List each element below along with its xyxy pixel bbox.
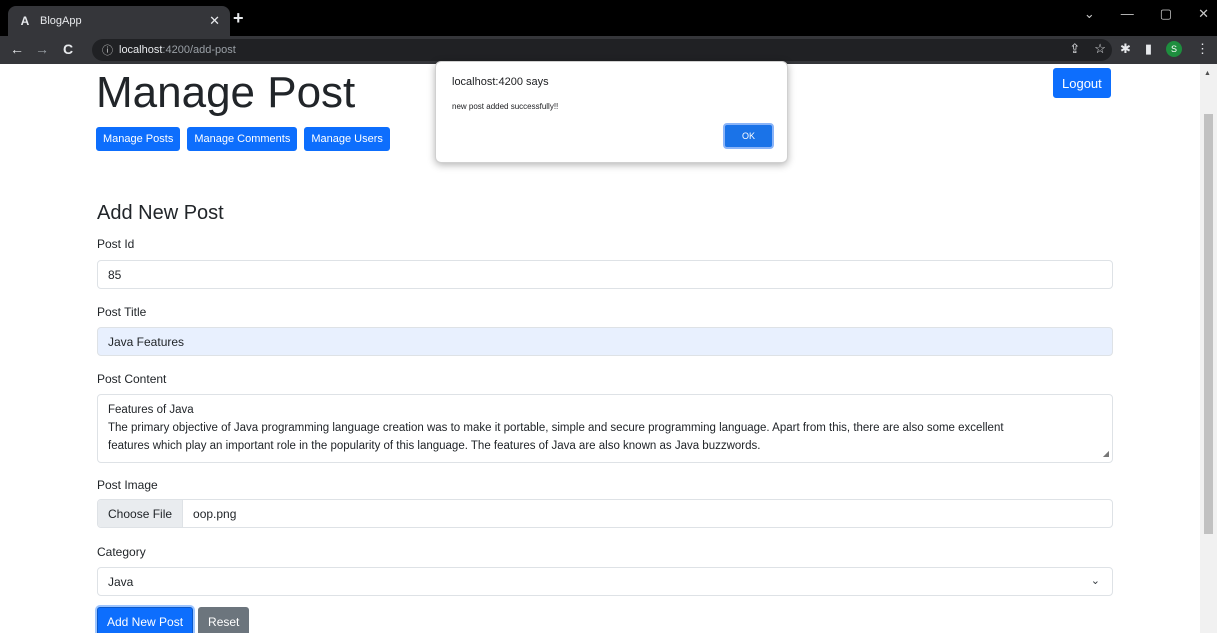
bookmark-star-icon[interactable]: ☆ <box>1094 41 1106 57</box>
post-image-file-input[interactable]: Choose File oop.png <box>97 499 1113 528</box>
alert-message: new post added successfully!! <box>452 102 559 111</box>
logout-button[interactable]: Logout <box>1053 68 1111 98</box>
forward-icon[interactable]: → <box>35 41 49 57</box>
tab-title: BlogApp <box>40 15 82 27</box>
browser-menu-icon[interactable]: ⋮ <box>1196 41 1209 57</box>
post-content-textarea[interactable]: Features of Java The primary objective o… <box>97 394 1113 463</box>
add-new-post-button[interactable]: Add New Post <box>97 607 194 633</box>
url-path: :4200/add-post <box>162 44 236 56</box>
reset-button[interactable]: Reset <box>198 607 250 633</box>
share-icon[interactable]: ⇪ <box>1069 41 1080 57</box>
manage-comments-button[interactable]: Manage Comments <box>187 127 298 151</box>
close-tab-icon[interactable]: ✕ <box>209 13 220 29</box>
chevron-down-icon: ⌄ <box>1090 575 1100 587</box>
scroll-up-arrow-icon[interactable]: ▲ <box>1204 70 1211 77</box>
browser-tab-bar: A BlogApp ✕ + ⌄ — ▢ ✕ <box>0 0 1217 36</box>
browser-toolbar: ← → C ⓘ localhost:4200/add-post ⇪ ☆ ✱ ▮ … <box>0 36 1217 64</box>
address-bar[interactable]: ⓘ localhost:4200/add-post <box>92 39 1112 61</box>
close-window-icon[interactable]: ✕ <box>1198 6 1209 22</box>
scrollbar-thumb[interactable] <box>1204 114 1213 534</box>
content-line: The primary objective of Java programmin… <box>108 421 1004 434</box>
post-title-input[interactable]: Java Features <box>97 327 1113 356</box>
page-title: Manage Post <box>96 68 356 117</box>
choose-file-button[interactable]: Choose File <box>98 500 184 527</box>
window-controls: ⌄ — ▢ ✕ <box>1084 6 1209 22</box>
form-title: Add New Post <box>97 202 224 224</box>
reload-icon[interactable]: C <box>63 41 73 57</box>
tab-search-icon[interactable]: ⌄ <box>1084 6 1095 22</box>
post-id-input[interactable]: 85 <box>97 260 1113 289</box>
resize-handle-icon[interactable]: ◢ <box>1103 448 1109 460</box>
post-content-label: Post Content <box>97 372 167 386</box>
category-select[interactable]: Java ⌄ <box>97 567 1113 596</box>
side-panel-icon[interactable]: ▮ <box>1145 41 1152 57</box>
manage-users-button[interactable]: Manage Users <box>304 127 390 151</box>
site-info-icon[interactable]: ⓘ <box>102 42 113 58</box>
category-label: Category <box>97 545 146 559</box>
new-tab-icon[interactable]: + <box>233 8 244 29</box>
alert-title: localhost:4200 says <box>452 76 549 88</box>
url-host: localhost <box>119 44 163 56</box>
file-name: oop.png <box>193 506 237 521</box>
page-scrollbar[interactable]: ▲ <box>1200 64 1217 633</box>
alert-ok-button[interactable]: OK <box>723 123 774 149</box>
form-actions: Add New Post Reset <box>97 607 250 633</box>
post-image-label: Post Image <box>97 478 158 492</box>
toolbar-icons: ⇪ ☆ ✱ ▮ S ⋮ <box>1069 41 1209 57</box>
post-id-label: Post Id <box>97 237 135 251</box>
minimize-icon[interactable]: — <box>1121 6 1134 22</box>
app-favicon-icon: A <box>20 14 30 28</box>
content-line: Features of Java <box>108 404 194 416</box>
browser-tab[interactable]: A BlogApp ✕ <box>8 6 230 36</box>
extensions-icon[interactable]: ✱ <box>1120 41 1131 57</box>
category-value: Java <box>108 574 134 589</box>
manage-posts-button[interactable]: Manage Posts <box>96 127 181 151</box>
profile-avatar[interactable]: S <box>1166 41 1182 57</box>
back-icon[interactable]: ← <box>10 41 24 57</box>
post-title-label: Post Title <box>97 305 147 319</box>
alert-dialog: localhost:4200 says new post added succe… <box>435 61 788 163</box>
content-line: features which play an important role in… <box>108 439 761 452</box>
manage-nav: Manage Posts Manage Comments Manage User… <box>96 127 390 151</box>
maximize-icon[interactable]: ▢ <box>1160 6 1172 22</box>
